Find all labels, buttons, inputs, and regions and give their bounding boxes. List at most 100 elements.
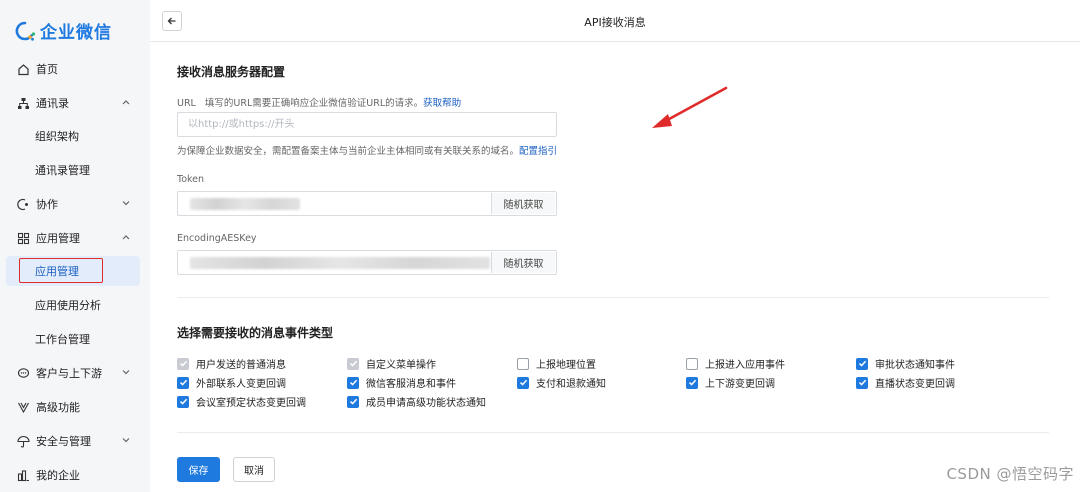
checkbox[interactable]: [517, 357, 529, 370]
checkmark-icon: [858, 379, 866, 386]
sidebar-item-label: 组织架构: [35, 130, 79, 143]
event-checkbox-item[interactable]: 外部联系人变更回调: [177, 375, 286, 390]
sidebar-item-contacts-management[interactable]: 通讯录管理: [0, 155, 150, 185]
checkbox[interactable]: [686, 376, 698, 389]
checkbox[interactable]: [856, 357, 868, 370]
sidebar-item-label: 通讯录: [36, 97, 69, 110]
checkbox-label: 会议室预定状态变更回调: [196, 398, 306, 409]
org-tree-icon: [16, 96, 30, 110]
checkbox-label: 自定义菜单操作: [366, 360, 436, 371]
section-divider: [177, 297, 1049, 298]
page-header: API接收消息: [150, 0, 1080, 42]
sidebar-item-label: 应用管理: [36, 232, 80, 245]
sidebar-item-app-usage-analysis[interactable]: 应用使用分析: [0, 290, 150, 320]
url-hint: 填写的URL需要正确响应企业微信验证URL的请求。: [204, 98, 424, 109]
checkmark-icon: [349, 379, 357, 386]
event-checkbox-item[interactable]: 成员申请高级功能状态通知: [347, 394, 486, 409]
sidebar-item-org-structure[interactable]: 组织架构: [0, 121, 150, 151]
domain-guide-link[interactable]: 配置指引: [519, 146, 557, 157]
page-title: API接收消息: [584, 16, 646, 29]
checkbox[interactable]: [177, 376, 189, 389]
app-logo[interactable]: 企业微信: [14, 18, 112, 43]
url-field[interactable]: [177, 112, 557, 137]
sidebar-item-label: 安全与管理: [36, 435, 91, 448]
chevron-down-icon: [122, 201, 130, 206]
chevron-down-icon: [122, 438, 130, 443]
checkbox[interactable]: [177, 395, 189, 408]
main-panel: API接收消息 接收消息服务器配置 URL 填写的URL需要正确响应企业微信验证…: [150, 0, 1080, 492]
checkbox[interactable]: [856, 376, 868, 389]
checkmark-icon: [179, 398, 187, 405]
cancel-button[interactable]: 取消: [233, 457, 275, 482]
checkbox-label: 用户发送的普通消息: [196, 360, 286, 371]
event-checkbox-item[interactable]: 直播状态变更回调: [856, 375, 955, 390]
collaboration-icon: [16, 197, 30, 211]
url-note: 为保障企业数据安全，需配置备案主体与当前企业主体相同或有关联关系的域名。: [177, 146, 520, 157]
checkmark-icon: [688, 379, 696, 386]
sidebar-item-advanced[interactable]: 高级功能: [0, 392, 150, 422]
event-checkbox-item[interactable]: 会议室预定状态变更回调: [177, 394, 306, 409]
checkbox[interactable]: [347, 395, 359, 408]
save-button[interactable]: 保存: [177, 457, 220, 482]
chevron-up-icon: [122, 100, 130, 105]
annotation-arrow-icon: [652, 86, 728, 128]
checkbox-label: 上报地理位置: [536, 360, 596, 371]
checkbox-label: 成员申请高级功能状态通知: [366, 398, 486, 409]
event-checkbox-item[interactable]: 上报地理位置: [517, 356, 596, 371]
sidebar-item-my-enterprise[interactable]: 我的企业: [0, 460, 150, 490]
checkbox: [347, 357, 359, 370]
wecom-logo-icon: [15, 21, 36, 41]
checkmark-icon: [349, 360, 357, 367]
sidebar-item-home[interactable]: 首页: [0, 54, 150, 84]
event-checkbox-item[interactable]: 支付和退款通知: [517, 375, 606, 390]
event-checkbox-item[interactable]: 上报进入应用事件: [686, 356, 785, 371]
event-checkbox-item: 自定义菜单操作: [347, 356, 436, 371]
event-checkbox-item[interactable]: 上下游变更回调: [686, 375, 775, 390]
url-input[interactable]: [178, 113, 556, 136]
watermark: CSDN @悟空码字: [946, 465, 1074, 483]
sidebar-item-app-management-group[interactable]: 应用管理: [0, 223, 150, 253]
sidebar-item-label: 通讯录管理: [35, 164, 90, 177]
aeskey-value-redacted: [190, 257, 490, 269]
checkbox[interactable]: [686, 357, 698, 370]
server-config-title: 接收消息服务器配置: [177, 65, 286, 79]
sidebar-item-label: 应用使用分析: [35, 299, 101, 312]
token-random-button[interactable]: 随机获取: [491, 193, 555, 214]
url-help-link[interactable]: 获取帮助: [423, 98, 461, 109]
sidebar-item-collaboration[interactable]: 协作: [0, 189, 150, 219]
sidebar: 企业微信 首页 通讯录 组织架构 通讯录管理 协作 应用管理 应用管理 应用使用…: [0, 0, 150, 492]
checkmark-icon: [519, 379, 527, 386]
advanced-v-icon: [16, 400, 30, 414]
section-divider: [177, 432, 1049, 433]
checkbox[interactable]: [347, 376, 359, 389]
event-checkbox-item[interactable]: 审批状态通知事件: [856, 356, 955, 371]
token-field[interactable]: 随机获取: [177, 191, 557, 216]
sidebar-item-app-management[interactable]: 应用管理: [6, 256, 140, 286]
aeskey-field[interactable]: 随机获取: [177, 250, 557, 275]
app-name: 企业微信: [40, 23, 112, 43]
sidebar-item-workbench-management[interactable]: 工作台管理: [0, 324, 150, 354]
checkbox-label: 微信客服消息和事件: [366, 379, 456, 390]
checkbox[interactable]: [517, 376, 529, 389]
token-value-redacted: [190, 198, 300, 210]
aeskey-label: EncodingAESKey: [177, 233, 257, 244]
url-note-row: 为保障企业数据安全，需配置备案主体与当前企业主体相同或有关联关系的域名。配置指引: [177, 143, 557, 157]
sidebar-item-label: 我的企业: [36, 469, 80, 482]
aeskey-random-button[interactable]: 随机获取: [491, 252, 555, 273]
checkmark-icon: [349, 398, 357, 405]
url-label: URL: [177, 98, 196, 109]
sidebar-item-customers[interactable]: 客户与上下游: [0, 358, 150, 388]
sidebar-item-contacts[interactable]: 通讯录: [0, 88, 150, 118]
checkbox-label: 上下游变更回调: [705, 379, 775, 390]
sidebar-item-label: 客户与上下游: [36, 367, 102, 380]
sidebar-item-label: 高级功能: [36, 401, 80, 414]
event-checkbox-item[interactable]: 微信客服消息和事件: [347, 375, 456, 390]
sidebar-item-label: 应用管理: [35, 265, 79, 278]
checkmark-icon: [858, 360, 866, 367]
checkbox-label: 外部联系人变更回调: [196, 379, 286, 390]
sidebar-item-security[interactable]: 安全与管理: [0, 426, 150, 456]
home-icon: [16, 62, 30, 76]
checkbox-label: 支付和退款通知: [536, 379, 606, 390]
events-title: 选择需要接收的消息事件类型: [177, 326, 334, 340]
chevron-up-icon: [122, 235, 130, 240]
